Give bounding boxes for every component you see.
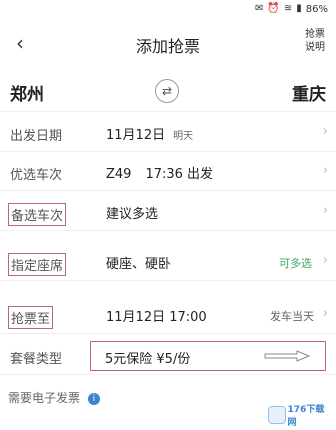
date-row[interactable]: 出发日期 11月12日 明天 › — [0, 114, 336, 152]
until-row[interactable]: 抢票至 11月12日 17:00 发车当天 › — [0, 296, 336, 334]
header: ‹ 添加抢票 抢票 说明 — [0, 22, 336, 66]
train-code: Z49 — [106, 167, 132, 182]
help-label-line1: 抢票 — [305, 29, 325, 40]
date-sub: 明天 — [173, 131, 194, 142]
signal-icon: ▮ — [296, 3, 302, 14]
invoice-label: 需要电子发票 — [8, 391, 81, 405]
wifi-icon: ≋ — [283, 3, 293, 14]
date-main: 11月12日 — [106, 128, 166, 143]
train-time: 17:36 出发 — [145, 167, 214, 182]
watermark-text: 176下载网 — [287, 405, 325, 428]
backup-row[interactable]: 备选车次 建议多选 › — [0, 193, 336, 231]
invoice-row[interactable]: 需要电子发票 i — [8, 389, 100, 406]
page-title: 添加抢票 — [135, 37, 200, 56]
swap-arrows-icon[interactable]: ⇄ — [155, 79, 179, 103]
chevron-right-icon: › — [322, 124, 328, 139]
until-label: 抢票至 — [8, 306, 54, 329]
alarm-icon: ⏰ — [267, 3, 280, 14]
train-value: Z49 17:36 出发 — [106, 163, 213, 182]
until-note: 发车当天 — [270, 310, 314, 323]
train-label: 优选车次 — [10, 168, 63, 183]
package-value: 5元保险 ¥5/份 — [105, 352, 191, 367]
train-row[interactable]: 优选车次 Z49 17:36 出发 › — [0, 153, 336, 191]
backup-label: 备选车次 — [8, 203, 67, 226]
watermark: 176下载网 — [268, 404, 332, 428]
battery-level: 86% — [305, 3, 328, 15]
date-label: 出发日期 — [10, 129, 63, 144]
help-link[interactable]: 抢票 说明 — [302, 28, 328, 54]
package-label: 套餐类型 — [10, 352, 63, 367]
mail-icon: ✉ — [255, 3, 264, 14]
route-selector: 郑州 ⇄ 重庆 — [0, 72, 336, 112]
date-value: 11月12日 明天 — [106, 124, 193, 143]
package-value-box[interactable]: 5元保险 ¥5/份 — [90, 341, 326, 371]
chevron-right-icon: › — [322, 306, 328, 321]
package-row[interactable]: 套餐类型 5元保险 ¥5/份 — [0, 337, 336, 375]
status-bar: ✉ ⏰ ≋ ▮ 86% — [0, 0, 336, 18]
to-city[interactable]: 重庆 — [292, 80, 326, 105]
chevron-right-icon: › — [322, 163, 328, 178]
seat-value: 硬座、硬卧 — [106, 257, 172, 272]
seat-row[interactable]: 指定座席 硬座、硬卧 可多选 › — [0, 243, 336, 281]
arrow-right-icon — [264, 350, 311, 362]
help-label-line2: 说明 — [305, 42, 325, 53]
multi-select-tag: 可多选 — [279, 257, 312, 270]
backup-placeholder: 建议多选 — [106, 207, 159, 222]
from-city[interactable]: 郑州 — [10, 80, 44, 105]
chevron-right-icon: › — [322, 253, 328, 268]
watermark-logo-icon — [268, 406, 286, 424]
until-value: 11月12日 17:00 — [106, 310, 207, 325]
info-icon[interactable]: i — [87, 392, 100, 405]
seat-label: 指定座席 — [8, 253, 67, 276]
chevron-right-icon: › — [322, 203, 328, 218]
